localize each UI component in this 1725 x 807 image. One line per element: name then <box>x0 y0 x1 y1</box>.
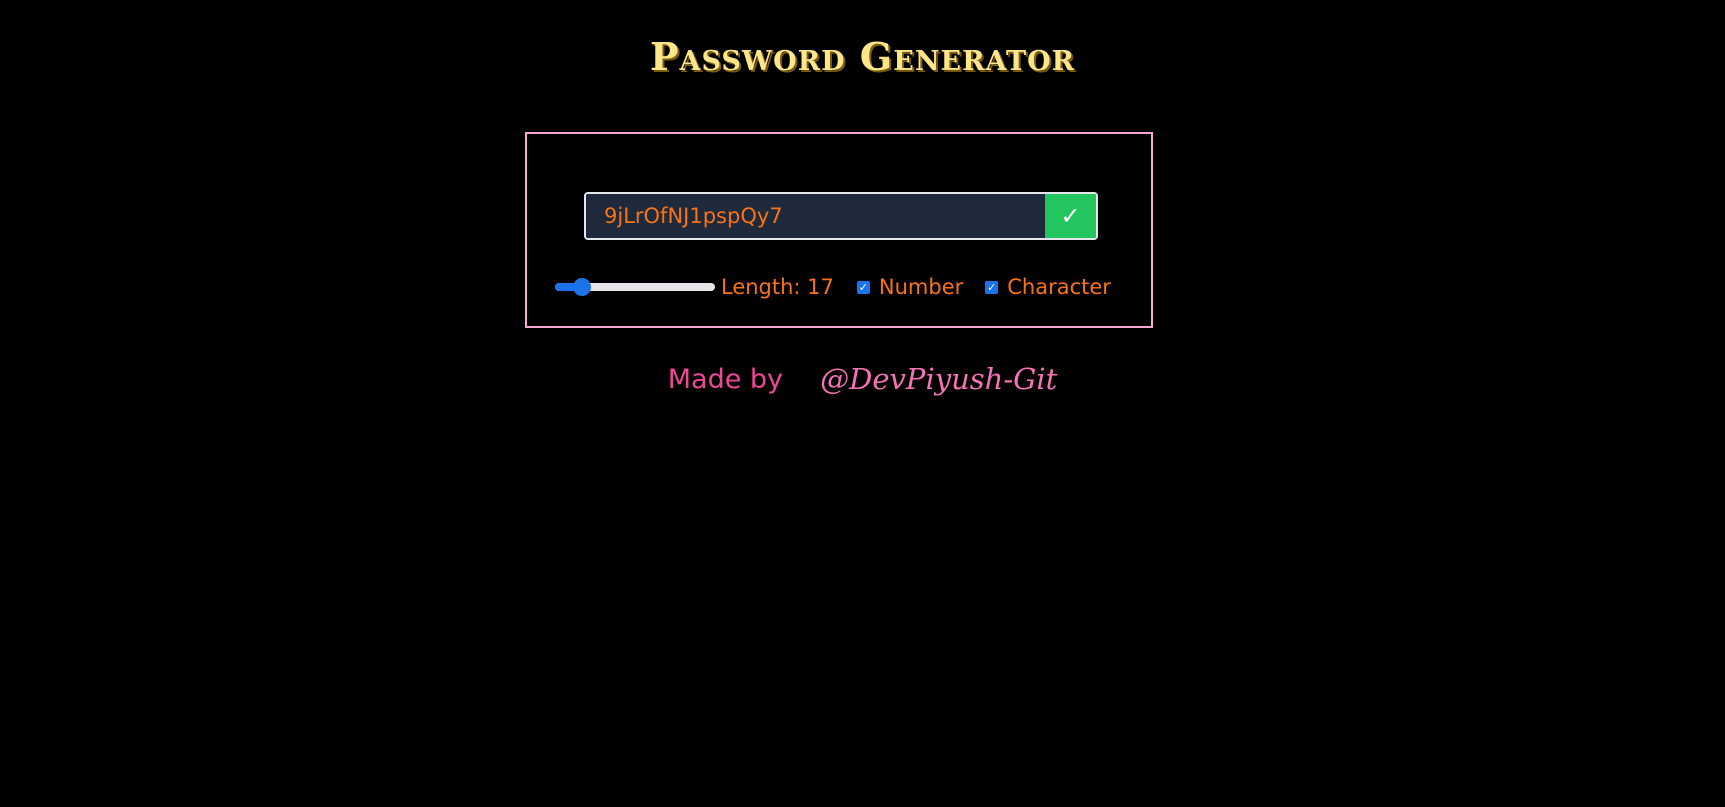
copy-button[interactable]: ✓ <box>1045 194 1096 238</box>
slider-thumb[interactable] <box>573 278 591 296</box>
password-row: ✓ <box>584 192 1098 240</box>
number-label: Number <box>878 275 964 299</box>
check-icon: ✓ <box>1060 202 1081 230</box>
length-slider[interactable] <box>555 277 715 297</box>
length-label: Length: 17 <box>721 275 834 299</box>
author-link[interactable]: @DevPiyush-Git <box>820 362 1057 396</box>
footer: Made by @DevPiyush-Git <box>0 362 1725 396</box>
character-option[interactable]: ✓ Character <box>985 275 1111 299</box>
number-checkbox[interactable]: ✓ <box>856 280 870 294</box>
page: Password Generator ✓ Length: 17 ✓ Number… <box>0 0 1725 807</box>
made-by-text: Made by <box>667 363 784 395</box>
generator-card: ✓ Length: 17 ✓ Number ✓ Character <box>525 132 1153 328</box>
character-checkbox[interactable]: ✓ <box>985 280 999 294</box>
number-option[interactable]: ✓ Number <box>856 275 964 299</box>
page-title: Password Generator <box>649 34 1076 79</box>
character-label: Character <box>1007 275 1111 299</box>
options-row: Length: 17 ✓ Number ✓ Character <box>555 272 1133 302</box>
password-field[interactable] <box>586 194 1045 238</box>
